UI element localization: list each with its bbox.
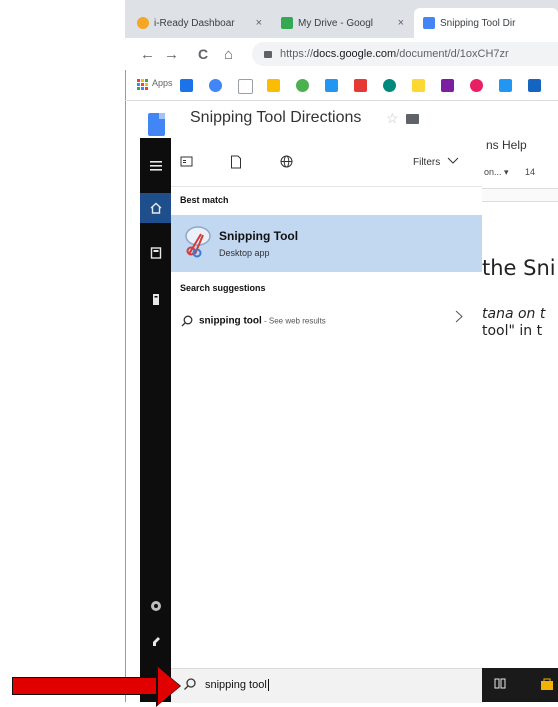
tab-label: i-Ready Dashboar <box>154 17 235 29</box>
reload-icon[interactable]: C <box>198 46 208 62</box>
font-selector[interactable]: on... ▾ <box>484 167 509 178</box>
bookmark-favicon-icon[interactable] <box>441 79 454 92</box>
bookmark-favicon-icon[interactable] <box>325 79 338 92</box>
url-scheme: https:// <box>280 48 314 60</box>
bookmark-favicon-icon[interactable] <box>296 79 309 92</box>
red-arrow-head <box>158 667 180 705</box>
apps-grid-icon[interactable] <box>137 79 148 90</box>
url-host: docs.google.com <box>313 48 397 60</box>
red-arrow-pointer <box>12 677 162 695</box>
menu-help[interactable]: ns Help <box>486 138 527 152</box>
power-icon[interactable] <box>140 626 171 656</box>
filters-button[interactable]: Filters <box>413 157 459 168</box>
bookmark-favicon-icon[interactable] <box>354 79 367 92</box>
document-body-line: tana on t <box>482 306 546 322</box>
star-icon[interactable]: ☆ <box>386 110 399 127</box>
bookmark-favicon-icon[interactable] <box>180 79 193 92</box>
document-heading-text: the Sni <box>482 256 556 280</box>
url-path: /document/d/1oxCH7zr <box>396 48 509 60</box>
ruler <box>480 188 558 202</box>
docs-favicon-icon <box>423 17 435 29</box>
divider <box>171 186 482 187</box>
best-match-subtitle: Desktop app <box>219 248 270 258</box>
google-docs-icon[interactable] <box>148 113 165 136</box>
bookmark-favicon-icon[interactable] <box>412 79 425 92</box>
suggestion-web-hint: - See web results <box>261 316 326 326</box>
snipping-tool-icon <box>185 226 211 258</box>
web-search-suggestion[interactable]: snipping tool - See web results <box>181 315 326 327</box>
bookmark-favicon-icon[interactable] <box>470 79 483 92</box>
suggestion-query: snipping tool <box>199 315 262 327</box>
folder-icon[interactable] <box>406 114 419 124</box>
bookmark-favicon-icon[interactable] <box>528 79 541 92</box>
tab-label: My Drive - Googl <box>298 17 374 29</box>
search-input[interactable]: snipping tool <box>205 679 269 692</box>
close-tab-icon[interactable]: × <box>398 17 404 29</box>
search-icon <box>183 678 196 694</box>
document-body-line: tool" in t <box>482 323 543 339</box>
tab-my-drive[interactable]: My Drive - Googl × <box>272 8 412 38</box>
bookmark-favicon-icon[interactable] <box>267 79 280 92</box>
home-icon[interactable] <box>140 193 171 223</box>
web-globe-icon[interactable] <box>280 155 293 171</box>
home-icon[interactable]: ⌂ <box>224 46 233 63</box>
docs-formatting-toolbar: on... ▾ 14 <box>480 158 558 186</box>
bookmark-favicon-icon[interactable] <box>209 79 222 92</box>
task-view-icon[interactable] <box>494 677 507 693</box>
filters-label: Filters <box>413 157 441 168</box>
lock-icon <box>264 50 272 58</box>
back-arrow-icon[interactable]: ← <box>140 46 155 63</box>
drive-favicon-icon <box>281 17 293 29</box>
chevron-right-icon[interactable] <box>455 310 463 326</box>
chevron-down-icon <box>447 157 459 164</box>
address-bar[interactable]: https://docs.google.com/document/d/1oxCH… <box>252 42 558 66</box>
store-bag-icon[interactable] <box>540 677 554 694</box>
document-view-icon[interactable] <box>230 155 242 172</box>
hamburger-icon[interactable] <box>140 151 171 181</box>
forward-arrow-icon[interactable]: → <box>164 46 179 63</box>
tower-icon[interactable] <box>140 284 171 314</box>
tab-snipping-tool-directions[interactable]: Snipping Tool Dir <box>414 8 558 38</box>
document-title[interactable]: Snipping Tool Directions <box>190 109 361 127</box>
search-suggestions-heading: Search suggestions <box>180 283 266 293</box>
best-match-snipping-tool[interactable] <box>171 215 482 272</box>
iready-favicon-icon <box>137 17 149 29</box>
settings-icon[interactable] <box>140 591 171 621</box>
apps-label[interactable]: Apps <box>152 78 173 88</box>
bookmark-favicon-icon[interactable] <box>238 79 253 94</box>
search-icon <box>181 315 193 327</box>
apps-view-icon[interactable] <box>180 155 193 171</box>
document-icon[interactable] <box>140 238 171 268</box>
best-match-heading: Best match <box>180 195 229 205</box>
tab-iready[interactable]: i-Ready Dashboar × <box>128 8 270 38</box>
close-tab-icon[interactable]: × <box>256 17 262 29</box>
text-caret <box>267 679 269 692</box>
font-size-field[interactable]: 14 <box>525 167 535 177</box>
bookmark-favicon-icon[interactable] <box>499 79 512 92</box>
tab-label: Snipping Tool Dir <box>440 17 516 29</box>
search-input-value: snipping tool <box>205 679 267 691</box>
bookmark-favicon-icon[interactable] <box>383 79 396 92</box>
best-match-title: Snipping Tool <box>219 229 299 243</box>
